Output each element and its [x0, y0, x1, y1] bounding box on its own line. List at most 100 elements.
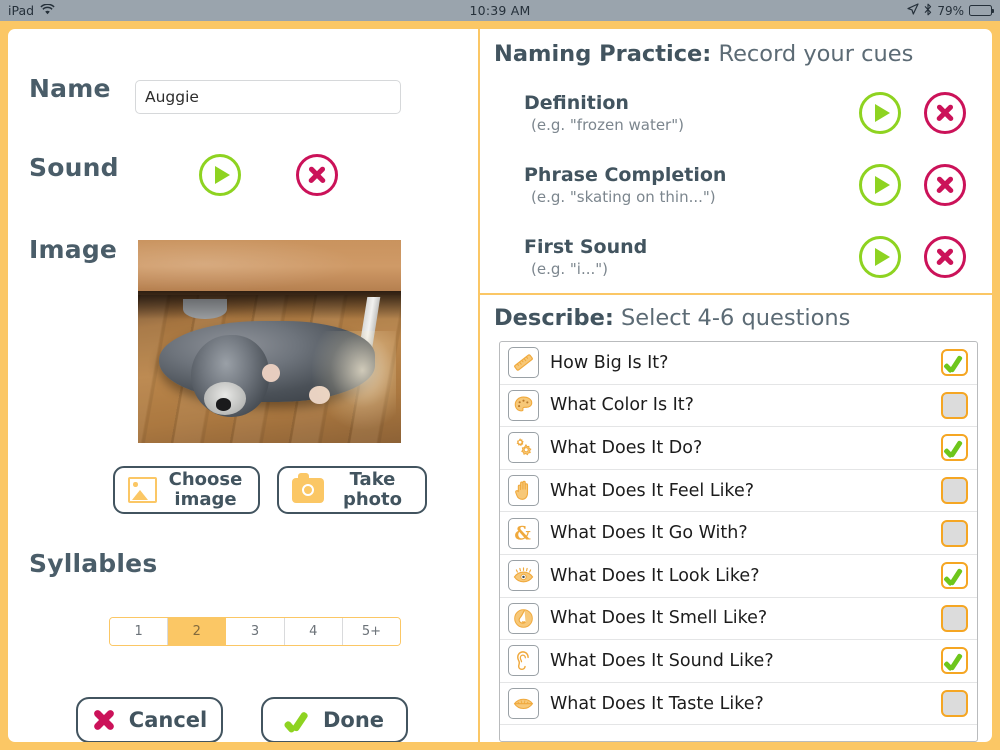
cue-buttons: [859, 92, 966, 134]
play-icon: [875, 176, 890, 194]
name-label: Name: [29, 74, 111, 103]
question-checkbox[interactable]: [941, 349, 968, 377]
status-bar-right: 79%: [907, 3, 995, 19]
syllable-option-5plus[interactable]: 5+: [342, 618, 400, 645]
choose-image-button[interactable]: Choose image: [113, 466, 260, 514]
cancel-x-icon: [92, 708, 117, 733]
syllable-option-4[interactable]: 4: [284, 618, 343, 645]
gears-icon: [508, 432, 539, 464]
question-label: What Does It Look Like?: [550, 565, 760, 586]
choose-image-label: Choose image: [168, 469, 243, 510]
question-row[interactable]: What Does It Feel Like?: [500, 470, 977, 513]
question-row[interactable]: How Big Is It?: [500, 342, 977, 385]
take-photo-button[interactable]: Take photo: [277, 466, 427, 514]
question-row[interactable]: What Does It Smell Like?: [500, 598, 977, 641]
photo-shadow-region: [138, 290, 401, 320]
describe-section: Describe: Select 4-6 questions How Big I…: [480, 295, 992, 742]
photo-floor-glare: [311, 331, 396, 429]
syllable-option-2[interactable]: 2: [168, 618, 227, 645]
app-orange-frame: Name Sound Image: [0, 21, 1000, 750]
cue-row: First Sound (e.g. "i..."): [480, 221, 992, 293]
question-label: What Does It Sound Like?: [550, 650, 774, 671]
cue-text: First Sound (e.g. "i..."): [524, 235, 859, 279]
bluetooth-icon: [924, 3, 932, 19]
syllable-option-1[interactable]: 1: [110, 618, 169, 645]
play-icon: [875, 104, 890, 122]
wifi-icon: [40, 3, 55, 18]
cue-title: Phrase Completion: [524, 164, 727, 186]
describe-title: Describe:: [494, 305, 614, 331]
nose-icon: [508, 602, 539, 634]
close-icon: [307, 165, 328, 186]
device-name: iPad: [8, 3, 35, 18]
naming-practice-subtitle: Record your cues: [711, 41, 914, 67]
done-button[interactable]: Done: [261, 697, 408, 742]
delete-cue-button[interactable]: [924, 92, 966, 134]
question-checkbox[interactable]: [941, 519, 968, 547]
play-cue-button[interactable]: [859, 164, 901, 206]
svg-text:&: &: [514, 523, 531, 544]
syllables-segmented-control[interactable]: 1 2 3 4 5+: [109, 617, 401, 646]
question-row[interactable]: What Does It Taste Like?: [500, 683, 977, 726]
close-icon: [935, 247, 956, 268]
question-checkbox[interactable]: [941, 562, 968, 590]
ear-icon: [508, 645, 539, 677]
photo-bowl: [182, 298, 228, 320]
syllable-option-3[interactable]: 3: [226, 618, 285, 645]
cancel-label: Cancel: [128, 708, 208, 732]
cue-row: Definition (e.g. "frozen water"): [480, 77, 992, 149]
cancel-button[interactable]: Cancel: [76, 697, 223, 742]
question-row[interactable]: What Does It Sound Like?: [500, 640, 977, 683]
cue-title: Definition: [524, 92, 629, 114]
close-icon: [935, 175, 956, 196]
app-content: Name Sound Image: [8, 29, 992, 742]
palette-icon: [508, 389, 539, 421]
cue-buttons: [859, 164, 966, 206]
delete-cue-button[interactable]: [924, 236, 966, 278]
cue-text: Phrase Completion (e.g. "skating on thin.…: [524, 163, 859, 207]
question-label: How Big Is It?: [550, 352, 669, 373]
question-label: What Does It Go With?: [550, 523, 748, 544]
hand-icon: [508, 475, 539, 507]
play-sound-button[interactable]: [199, 154, 241, 196]
delete-cue-button[interactable]: [924, 164, 966, 206]
eye-icon: [508, 560, 539, 592]
camera-icon: [292, 472, 324, 503]
question-checkbox[interactable]: [941, 434, 968, 462]
done-label: Done: [322, 708, 385, 732]
play-cue-button[interactable]: [859, 92, 901, 134]
name-input[interactable]: [135, 80, 401, 114]
question-checkbox[interactable]: [941, 690, 968, 718]
sound-label: Sound: [29, 153, 119, 182]
photo-dog-paw-front: [261, 363, 281, 383]
take-photo-label: Take photo: [342, 469, 403, 510]
question-checkbox[interactable]: [941, 477, 968, 505]
question-row[interactable]: What Color Is It?: [500, 385, 977, 428]
delete-sound-button[interactable]: [296, 154, 338, 196]
play-icon: [875, 248, 890, 266]
question-label: What Does It Do?: [550, 437, 703, 458]
cue-list: Definition (e.g. "frozen water") Phrase Co…: [480, 77, 992, 293]
question-checkbox[interactable]: [941, 391, 968, 419]
cue-title: First Sound: [524, 236, 648, 258]
word-photo-thumbnail[interactable]: [138, 240, 401, 443]
syllables-label: Syllables: [29, 549, 158, 578]
location-arrow-icon: [907, 3, 919, 18]
question-row[interactable]: What Does It Look Like?: [500, 555, 977, 598]
cue-example: (e.g. "frozen water"): [531, 116, 684, 134]
describe-question-list[interactable]: How Big Is It? What Color Is It? What Does…: [499, 341, 978, 742]
ampersand-icon: &: [508, 517, 539, 549]
question-checkbox[interactable]: [941, 647, 968, 675]
check-icon: [285, 708, 311, 732]
cue-example: (e.g. "skating on thin..."): [531, 188, 716, 206]
cue-text: Definition (e.g. "frozen water"): [524, 91, 859, 135]
cue-buttons: [859, 236, 966, 278]
play-cue-button[interactable]: [859, 236, 901, 278]
play-icon: [215, 166, 230, 184]
naming-practice-title: Naming Practice:: [494, 41, 712, 67]
naming-practice-heading: Naming Practice: Record your cues: [480, 41, 992, 67]
question-checkbox[interactable]: [941, 604, 968, 632]
ios-status-bar: iPad 10:39 AM 79%: [0, 0, 1000, 21]
question-row[interactable]: What Does It Do?: [500, 427, 977, 470]
question-row[interactable]: & What Does It Go With?: [500, 512, 977, 555]
